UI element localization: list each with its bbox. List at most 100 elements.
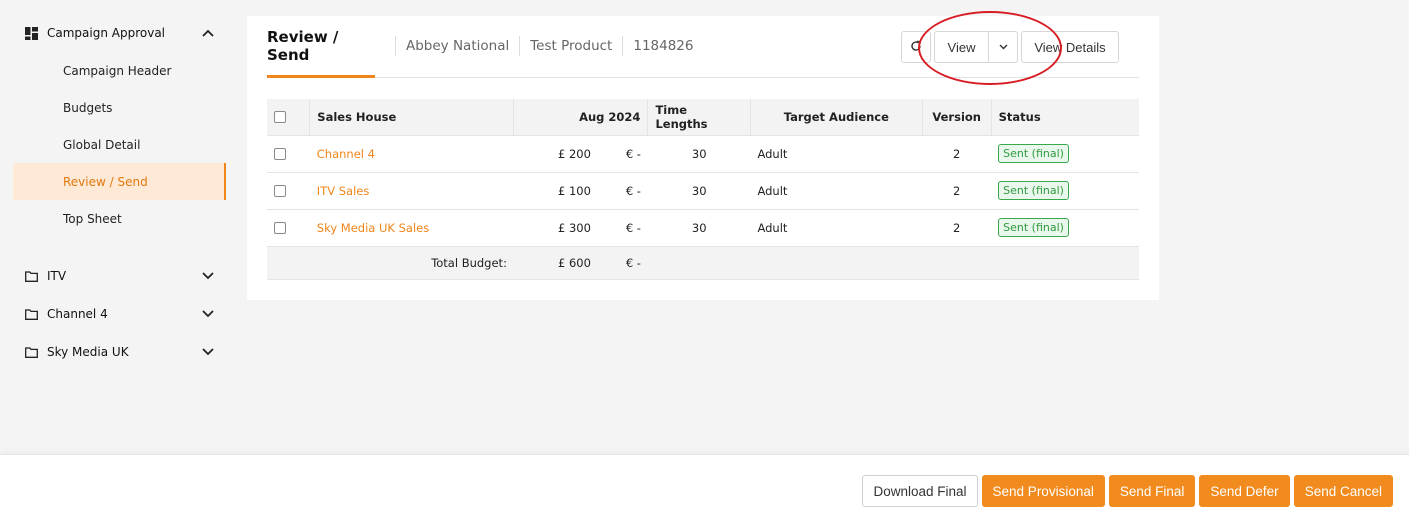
- view-details-button[interactable]: View Details: [1021, 31, 1119, 63]
- status-badge: Sent (final): [998, 181, 1069, 200]
- row-select-cell: [267, 172, 310, 210]
- chevron-up-icon[interactable]: [200, 25, 216, 41]
- sidebar-item-label: Review / Send: [63, 174, 148, 189]
- column-header-sales-house[interactable]: Sales House: [309, 99, 515, 136]
- status-badge: Sent (final): [998, 218, 1069, 237]
- total-eur: € -: [625, 255, 641, 270]
- breadcrumb-advertiser: Abbey National: [395, 36, 519, 56]
- column-header-target-audience[interactable]: Target Audience: [750, 99, 923, 136]
- audience-cell: Adult: [750, 172, 923, 210]
- sidebar-item-top-sheet[interactable]: Top Sheet: [0, 200, 226, 237]
- send-final-button[interactable]: Send Final: [1108, 475, 1196, 507]
- refresh-button[interactable]: [901, 31, 931, 63]
- chevron-down-icon[interactable]: [989, 32, 1017, 62]
- budget-cell: £ 100 € -: [513, 172, 648, 210]
- gbp-value: £ 100: [558, 183, 591, 198]
- total-empty: [750, 246, 923, 280]
- folder-icon: [24, 269, 38, 283]
- table-row: Sky Media UK Sales £ 300 € - 30 Adult 2 S…: [267, 209, 1139, 247]
- view-dropdown[interactable]: View: [934, 31, 1018, 63]
- select-all-cell: [267, 99, 311, 136]
- audience-cell: Adult: [750, 135, 923, 173]
- audience-cell: Adult: [750, 209, 923, 247]
- chevron-down-icon[interactable]: [200, 344, 216, 360]
- download-final-button[interactable]: Download Final: [862, 475, 978, 507]
- column-header-status[interactable]: Status: [991, 99, 1139, 136]
- row-checkbox[interactable]: [274, 148, 286, 160]
- time-length-cell: 30: [647, 172, 751, 210]
- sales-house-cell: ITV Sales: [309, 172, 514, 210]
- row-select-cell: [267, 209, 310, 247]
- table-header-row: Sales House Aug 2024 Time Lengths Target…: [267, 99, 1139, 136]
- time-length-cell: 30: [647, 209, 751, 247]
- sidebar-item-label: Campaign Header: [63, 63, 172, 78]
- budget-cell: £ 300 € -: [513, 209, 648, 247]
- status-cell: Sent (final): [991, 135, 1139, 173]
- total-label: Total Budget:: [309, 246, 514, 280]
- sidebar-item-budgets[interactable]: Budgets: [0, 89, 226, 126]
- nav-group-campaign-approval[interactable]: Campaign Approval: [0, 14, 230, 52]
- view-label[interactable]: View: [935, 32, 989, 62]
- column-header-version[interactable]: Version: [922, 99, 992, 136]
- sidebar-item-label: Budgets: [63, 100, 113, 115]
- sidebar-item-review-send[interactable]: Review / Send: [13, 163, 226, 200]
- send-provisional-button[interactable]: Send Provisional: [981, 475, 1105, 507]
- status-cell: Sent (final): [991, 172, 1139, 210]
- gbp-value: £ 200: [558, 146, 591, 161]
- tab-review-send[interactable]: Review / Send: [267, 16, 375, 78]
- review-send-card: Review / Send Abbey National Test Produc…: [247, 16, 1159, 300]
- nav-group-label: Channel 4: [47, 307, 108, 321]
- nav-group-channel-4[interactable]: Channel 4: [0, 295, 230, 333]
- header-tabs: Review / Send Abbey National Test Produc…: [267, 16, 1139, 78]
- sidebar: Campaign Approval Campaign Header Budget…: [0, 14, 230, 371]
- eur-value: € -: [625, 146, 641, 161]
- column-header-time-lengths[interactable]: Time Lengths: [647, 99, 751, 136]
- table-row: Channel 4 £ 200 € - 30 Adult 2 Sent (fina…: [267, 135, 1139, 173]
- send-defer-button[interactable]: Send Defer: [1199, 475, 1290, 507]
- sidebar-item-global-detail[interactable]: Global Detail: [0, 126, 226, 163]
- sidebar-item-campaign-header[interactable]: Campaign Header: [0, 52, 226, 89]
- row-select-cell: [267, 135, 310, 173]
- budget-cell: £ 200 € -: [513, 135, 648, 173]
- nav-group-sky-media-uk[interactable]: Sky Media UK: [0, 333, 230, 371]
- sales-house-table: Sales House Aug 2024 Time Lengths Target…: [267, 99, 1139, 280]
- sidebar-item-label: Top Sheet: [63, 211, 122, 226]
- eur-value: € -: [625, 220, 641, 235]
- select-all-checkbox[interactable]: [274, 111, 286, 124]
- sales-house-link[interactable]: Sky Media UK Sales: [317, 221, 429, 235]
- chevron-down-icon[interactable]: [200, 268, 216, 284]
- total-budget-cell: £ 600 € -: [513, 246, 648, 280]
- action-footer: Download Final Send Provisional Send Fin…: [0, 454, 1409, 518]
- total-empty: [647, 246, 751, 280]
- toolbar: View View Details: [901, 31, 1119, 63]
- breadcrumb-product: Test Product: [519, 36, 622, 56]
- folder-icon: [24, 345, 38, 359]
- dashboard-icon: [24, 26, 38, 40]
- total-gbp: £ 600: [558, 255, 591, 270]
- eur-value: € -: [625, 183, 641, 198]
- total-row: Total Budget: £ 600 € -: [267, 246, 1139, 280]
- nav-group-label: ITV: [47, 269, 67, 283]
- nav-group-label: Campaign Approval: [47, 26, 166, 40]
- column-header-month[interactable]: Aug 2024: [513, 99, 649, 136]
- nav-group-itv[interactable]: ITV: [0, 257, 230, 295]
- send-cancel-button[interactable]: Send Cancel: [1293, 475, 1393, 507]
- sales-house-link[interactable]: ITV Sales: [317, 184, 370, 198]
- sales-house-cell: Sky Media UK Sales: [309, 209, 514, 247]
- footer-buttons: Download Final Send Provisional Send Fin…: [862, 475, 1393, 507]
- table-row: ITV Sales £ 100 € - 30 Adult 2 Sent (fina…: [267, 172, 1139, 210]
- version-cell: 2: [922, 135, 992, 173]
- total-empty: [922, 246, 992, 280]
- time-length-cell: 30: [647, 135, 751, 173]
- version-cell: 2: [922, 172, 992, 210]
- row-checkbox[interactable]: [274, 222, 286, 234]
- chevron-down-icon[interactable]: [200, 306, 216, 322]
- sales-house-cell: Channel 4: [309, 135, 514, 173]
- row-checkbox[interactable]: [274, 185, 286, 197]
- nav-group-label: Sky Media UK: [47, 345, 129, 359]
- status-cell: Sent (final): [991, 209, 1139, 247]
- folder-icon: [24, 307, 38, 321]
- sales-house-link[interactable]: Channel 4: [317, 147, 375, 161]
- gbp-value: £ 300: [558, 220, 591, 235]
- refresh-icon: [910, 40, 922, 55]
